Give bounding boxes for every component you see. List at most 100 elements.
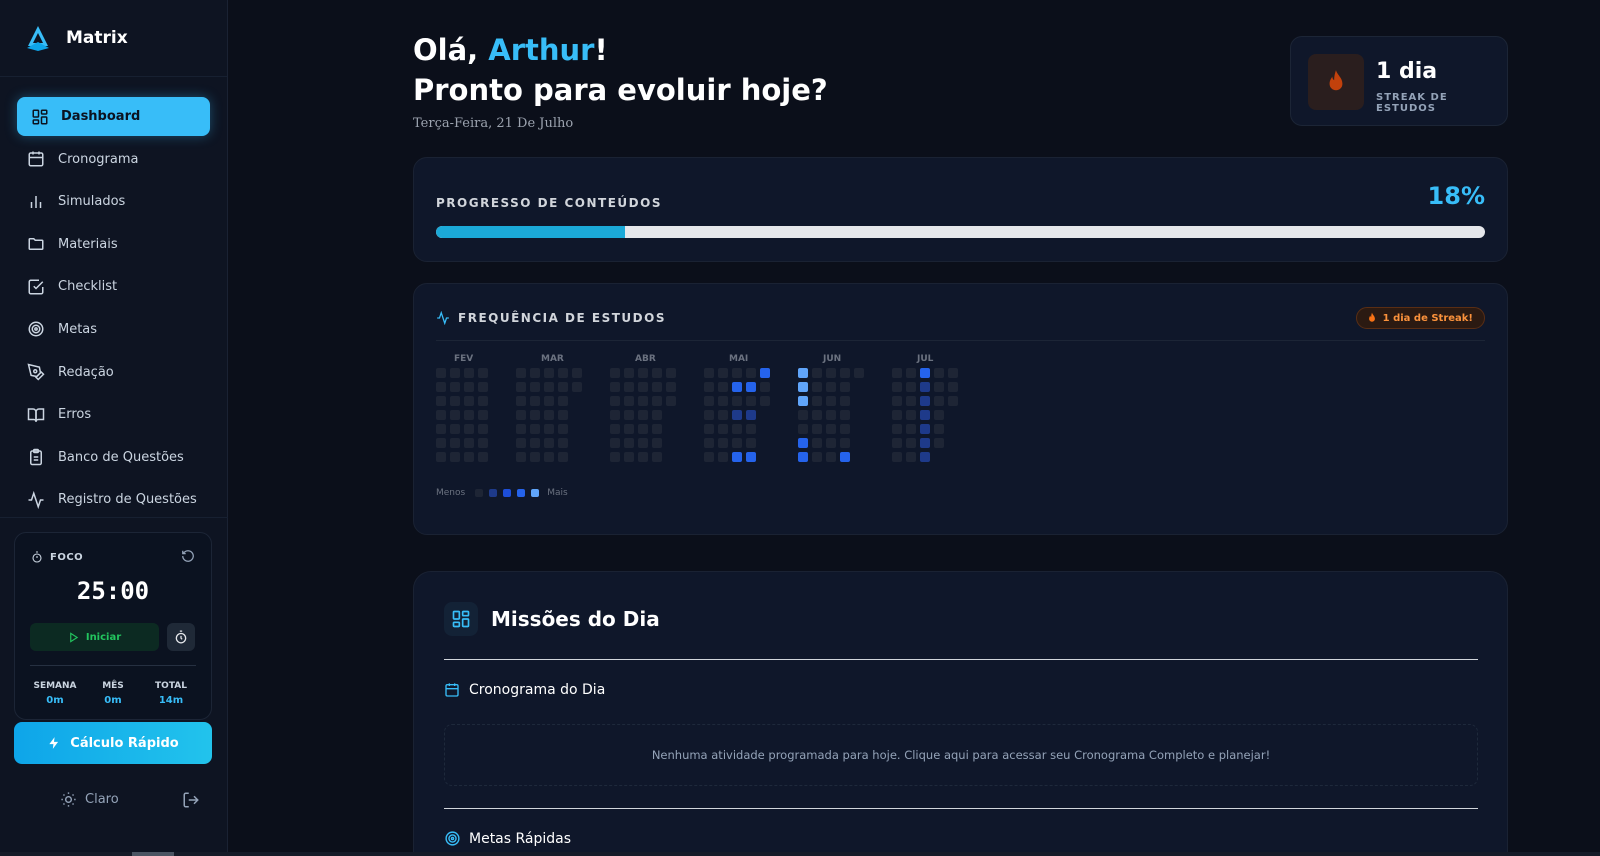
heatmap-cell[interactable] <box>746 368 756 378</box>
heatmap-cell[interactable] <box>934 410 944 420</box>
heatmap-cell[interactable] <box>840 438 850 448</box>
heatmap-cell[interactable] <box>516 410 526 420</box>
sidebar-item-dashboard[interactable]: Dashboard <box>17 97 210 136</box>
heatmap-cell[interactable] <box>530 368 540 378</box>
heatmap-cell[interactable] <box>718 438 728 448</box>
heatmap-cell[interactable] <box>558 396 568 406</box>
heatmap-cell[interactable] <box>610 438 620 448</box>
heatmap-cell[interactable] <box>920 410 930 420</box>
heatmap-cell[interactable] <box>436 396 446 406</box>
heatmap-cell[interactable] <box>516 452 526 462</box>
heatmap-cell[interactable] <box>704 382 714 392</box>
heatmap-cell[interactable] <box>436 382 446 392</box>
heatmap-cell[interactable] <box>934 396 944 406</box>
heatmap-cell[interactable] <box>558 438 568 448</box>
heatmap-cell[interactable] <box>920 438 930 448</box>
heatmap-cell[interactable] <box>530 438 540 448</box>
heatmap-cell[interactable] <box>450 396 460 406</box>
heatmap-cell[interactable] <box>840 452 850 462</box>
heatmap-cell[interactable] <box>610 368 620 378</box>
heatmap-cell[interactable] <box>652 382 662 392</box>
sidebar-item-redacao[interactable]: Redação <box>17 353 210 392</box>
heatmap-cell[interactable] <box>624 424 634 434</box>
sidebar-item-simulados[interactable]: Simulados <box>17 182 210 221</box>
logout-icon[interactable] <box>182 791 200 809</box>
heatmap-cell[interactable] <box>638 410 648 420</box>
heatmap-cell[interactable] <box>746 382 756 392</box>
heatmap-cell[interactable] <box>826 396 836 406</box>
heatmap-cell[interactable] <box>718 368 728 378</box>
heatmap-cell[interactable] <box>826 410 836 420</box>
heatmap-cell[interactable] <box>920 396 930 406</box>
heatmap-cell[interactable] <box>450 410 460 420</box>
heatmap-cell[interactable] <box>934 382 944 392</box>
heatmap-cell[interactable] <box>826 382 836 392</box>
heatmap-cell[interactable] <box>610 410 620 420</box>
heatmap-cell[interactable] <box>464 452 474 462</box>
heatmap-cell[interactable] <box>812 438 822 448</box>
heatmap-cell[interactable] <box>892 452 902 462</box>
heatmap-cell[interactable] <box>732 368 742 378</box>
heatmap-cell[interactable] <box>572 382 582 392</box>
heatmap-cell[interactable] <box>704 396 714 406</box>
heatmap-cell[interactable] <box>760 368 770 378</box>
heatmap-cell[interactable] <box>530 410 540 420</box>
heatmap-cell[interactable] <box>840 368 850 378</box>
heatmap-cell[interactable] <box>826 424 836 434</box>
reset-icon[interactable] <box>181 549 195 563</box>
heatmap-cell[interactable] <box>920 368 930 378</box>
heatmap-cell[interactable] <box>826 438 836 448</box>
heatmap-cell[interactable] <box>666 368 676 378</box>
heatmap-cell[interactable] <box>450 424 460 434</box>
heatmap-cell[interactable] <box>624 368 634 378</box>
heatmap-cell[interactable] <box>812 452 822 462</box>
heatmap-cell[interactable] <box>652 410 662 420</box>
heatmap-cell[interactable] <box>718 424 728 434</box>
heatmap-cell[interactable] <box>906 438 916 448</box>
heatmap-cell[interactable] <box>478 452 488 462</box>
heatmap-cell[interactable] <box>934 368 944 378</box>
heatmap-cell[interactable] <box>464 438 474 448</box>
heatmap-cell[interactable] <box>450 382 460 392</box>
heatmap-cell[interactable] <box>920 452 930 462</box>
heatmap-cell[interactable] <box>464 368 474 378</box>
quick-calc-button[interactable]: Cálculo Rápido <box>14 722 212 764</box>
heatmap-cell[interactable] <box>652 396 662 406</box>
stopwatch-button[interactable] <box>167 623 195 651</box>
sidebar-item-metas[interactable]: Metas <box>17 310 210 349</box>
heatmap-cell[interactable] <box>478 410 488 420</box>
heatmap-cell[interactable] <box>436 438 446 448</box>
heatmap-cell[interactable] <box>544 438 554 448</box>
brand[interactable]: Matrix <box>0 0 227 77</box>
heatmap-cell[interactable] <box>718 396 728 406</box>
heatmap-cell[interactable] <box>450 368 460 378</box>
heatmap-cell[interactable] <box>840 410 850 420</box>
heatmap-cell[interactable] <box>892 368 902 378</box>
heatmap-cell[interactable] <box>558 452 568 462</box>
heatmap-cell[interactable] <box>798 410 808 420</box>
heatmap-cell[interactable] <box>732 452 742 462</box>
heatmap-cell[interactable] <box>464 396 474 406</box>
heatmap-cell[interactable] <box>746 452 756 462</box>
heatmap-cell[interactable] <box>516 382 526 392</box>
heatmap-cell[interactable] <box>760 382 770 392</box>
heatmap-cell[interactable] <box>718 382 728 392</box>
start-timer-button[interactable]: Iniciar <box>30 623 159 651</box>
heatmap-cell[interactable] <box>704 410 714 420</box>
heatmap-cell[interactable] <box>638 368 648 378</box>
heatmap-cell[interactable] <box>544 424 554 434</box>
heatmap-cell[interactable] <box>906 382 916 392</box>
sidebar-item-materiais[interactable]: Materiais <box>17 225 210 264</box>
heatmap-cell[interactable] <box>450 438 460 448</box>
heatmap-cell[interactable] <box>732 396 742 406</box>
heatmap-cell[interactable] <box>530 396 540 406</box>
heatmap-cell[interactable] <box>798 396 808 406</box>
heatmap-cell[interactable] <box>530 452 540 462</box>
heatmap-cell[interactable] <box>610 396 620 406</box>
heatmap-cell[interactable] <box>666 396 676 406</box>
heatmap-cell[interactable] <box>798 424 808 434</box>
heatmap-cell[interactable] <box>464 410 474 420</box>
heatmap-cell[interactable] <box>436 452 446 462</box>
heatmap-cell[interactable] <box>812 396 822 406</box>
heatmap-cell[interactable] <box>760 396 770 406</box>
